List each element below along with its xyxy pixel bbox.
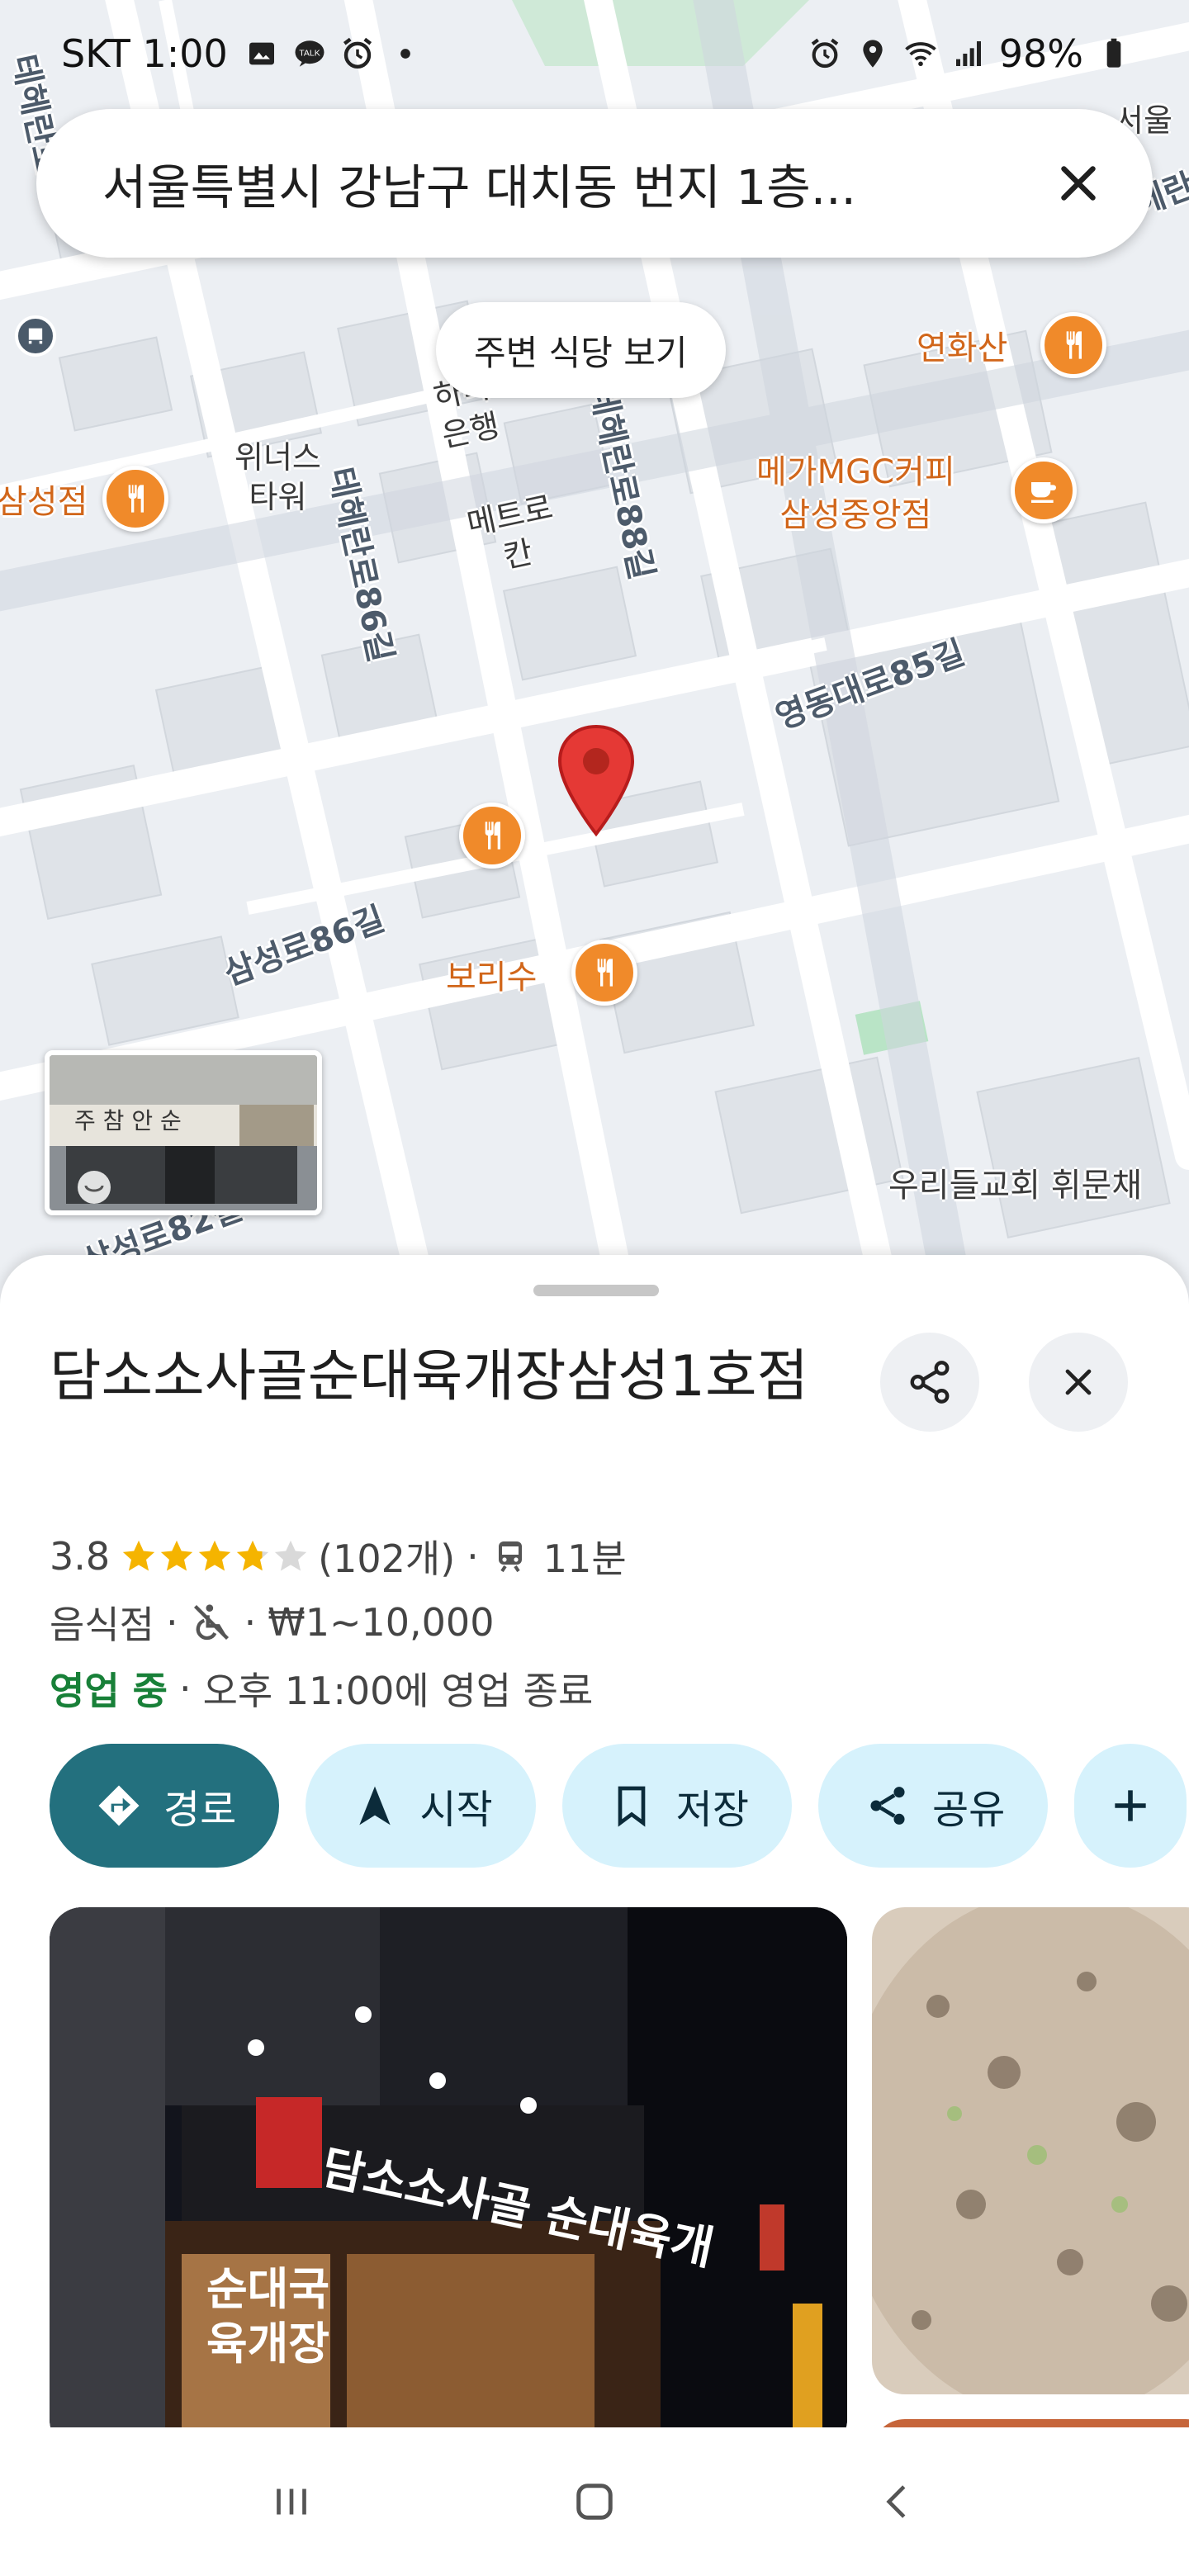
battery-level: 98% (998, 31, 1083, 76)
directions-icon (98, 1785, 140, 1826)
talk-icon: TALK (292, 36, 327, 71)
selected-location-pin[interactable] (555, 723, 637, 839)
close-icon[interactable] (1045, 150, 1111, 216)
building-label: 위너스 타워 (234, 439, 321, 515)
restaurant-icon[interactable] (571, 940, 637, 1006)
category: 음식점 (50, 1603, 154, 1647)
star-icon (198, 1540, 231, 1571)
status-time: SKT 1:00 (61, 31, 228, 76)
alarm-icon (340, 36, 375, 71)
star-icon (122, 1540, 155, 1571)
battery-icon (1097, 36, 1131, 71)
closing-time: 오후 11:00에 영업 종료 (202, 1669, 594, 1713)
rating-line: 3.8 (102개) · 11분 (50, 1527, 627, 1585)
alarm-icon (808, 36, 842, 71)
no-wheelchair-icon (193, 1604, 229, 1641)
restaurant-icon[interactable] (1040, 312, 1106, 378)
sign-side-text: 순대국 육개장 (206, 2263, 330, 2370)
price-range: ₩1~10,000 (268, 1600, 495, 1645)
cafe-icon[interactable] (1011, 457, 1077, 523)
church-label: 우리들교회 휘문채 (888, 1167, 1143, 1205)
review-count[interactable]: (102개) (318, 1529, 455, 1584)
svg-text:TALK: TALK (299, 49, 320, 59)
recent-apps-button[interactable] (242, 2452, 341, 2551)
navigate-icon (359, 1786, 391, 1825)
gallery-icon (244, 36, 279, 71)
poi-label[interactable]: 메가MGC커피 삼성중앙점 (756, 451, 955, 537)
share-button[interactable] (880, 1333, 979, 1432)
home-icon (576, 2484, 613, 2520)
location-icon (855, 36, 890, 71)
photo-carousel[interactable]: 담소소사골 순대육개장 순대국 육개장 (50, 1907, 1189, 2427)
rating-stars (120, 1537, 310, 1575)
poi-label[interactable]: 연화산 (917, 327, 1007, 370)
bus-stop-icon[interactable] (15, 315, 56, 357)
directions-label: 경로 (163, 1787, 237, 1833)
home-button[interactable] (545, 2452, 644, 2551)
nearby-restaurants-chip[interactable]: 주변 식당 보기 (436, 302, 726, 398)
place-title: 담소소사골순대육개장삼성1호점 (50, 1344, 809, 1409)
poi-label[interactable]: 삼성점 (0, 481, 88, 523)
transit-icon (498, 1541, 522, 1573)
star-icon (160, 1540, 193, 1571)
place-details-sheet[interactable]: 담소소사골순대육개장삼성1호점 3.8 (102개) · 11분 음식점 · ·… (0, 1255, 1189, 2427)
restaurant-icon[interactable] (459, 803, 525, 869)
plus-icon (1115, 1790, 1146, 1821)
directions-button[interactable]: 경로 (50, 1744, 280, 1868)
poi-label[interactable]: 보리수 (446, 956, 537, 999)
star-icon (236, 1540, 269, 1571)
category-line: 음식점 · · ₩1~10,000 (50, 1593, 494, 1651)
share-label: 공유 (931, 1787, 1006, 1833)
action-buttons: 경로 시작 저장 공유 (50, 1744, 1187, 1868)
map-view[interactable]: 테헤란로86길 테헤란로88길 영동대로85길 삼성로86길 테헤란로98 테헤… (0, 0, 1189, 1305)
food-photo[interactable] (872, 1907, 1189, 2394)
search-query[interactable]: 서울특별시 강남구 대치동 번지 1층... (102, 149, 1045, 218)
transit-time: 11분 (542, 1537, 627, 1581)
more-actions-button[interactable] (1074, 1744, 1187, 1868)
street-view-thumbnail[interactable]: 주 참 안 순 (45, 1050, 322, 1215)
open-status: 영업 중 (50, 1669, 168, 1713)
save-label: 저장 (675, 1787, 749, 1833)
star-icon (274, 1540, 307, 1571)
share-icon (910, 1361, 950, 1404)
save-button[interactable]: 저장 (561, 1744, 792, 1868)
wifi-icon (903, 36, 938, 71)
rating-value: 3.8 (50, 1534, 111, 1579)
drag-handle[interactable] (533, 1285, 659, 1296)
storefront-photo[interactable]: 담소소사골 순대육개장 순대국 육개장 (50, 1907, 847, 2427)
close-sheet-button[interactable] (1029, 1333, 1128, 1432)
food-photo-2[interactable] (872, 2419, 1189, 2427)
street-sign-text: 주 참 안 순 (74, 1107, 182, 1134)
dot-icon (388, 36, 423, 71)
recent-apps-icon (277, 2488, 307, 2515)
close-icon (1065, 1369, 1092, 1395)
start-label: 시작 (419, 1787, 493, 1833)
search-bar[interactable]: 서울특별시 강남구 대치동 번지 1층... (36, 109, 1153, 258)
share-icon (870, 1787, 905, 1825)
bookmark-icon (618, 1786, 645, 1827)
system-nav-bar (0, 2427, 1189, 2576)
restaurant-icon[interactable] (102, 466, 168, 532)
start-button[interactable]: 시작 (306, 1744, 536, 1868)
signal-icon (951, 36, 986, 71)
hours-line[interactable]: 영업 중 · 오후 11:00에 영업 종료 (50, 1660, 593, 1717)
back-icon (886, 2485, 906, 2518)
status-bar: SKT 1:00 TALK 98% (0, 0, 1189, 107)
back-button[interactable] (848, 2452, 947, 2551)
share-action-button[interactable]: 공유 (817, 1744, 1049, 1868)
